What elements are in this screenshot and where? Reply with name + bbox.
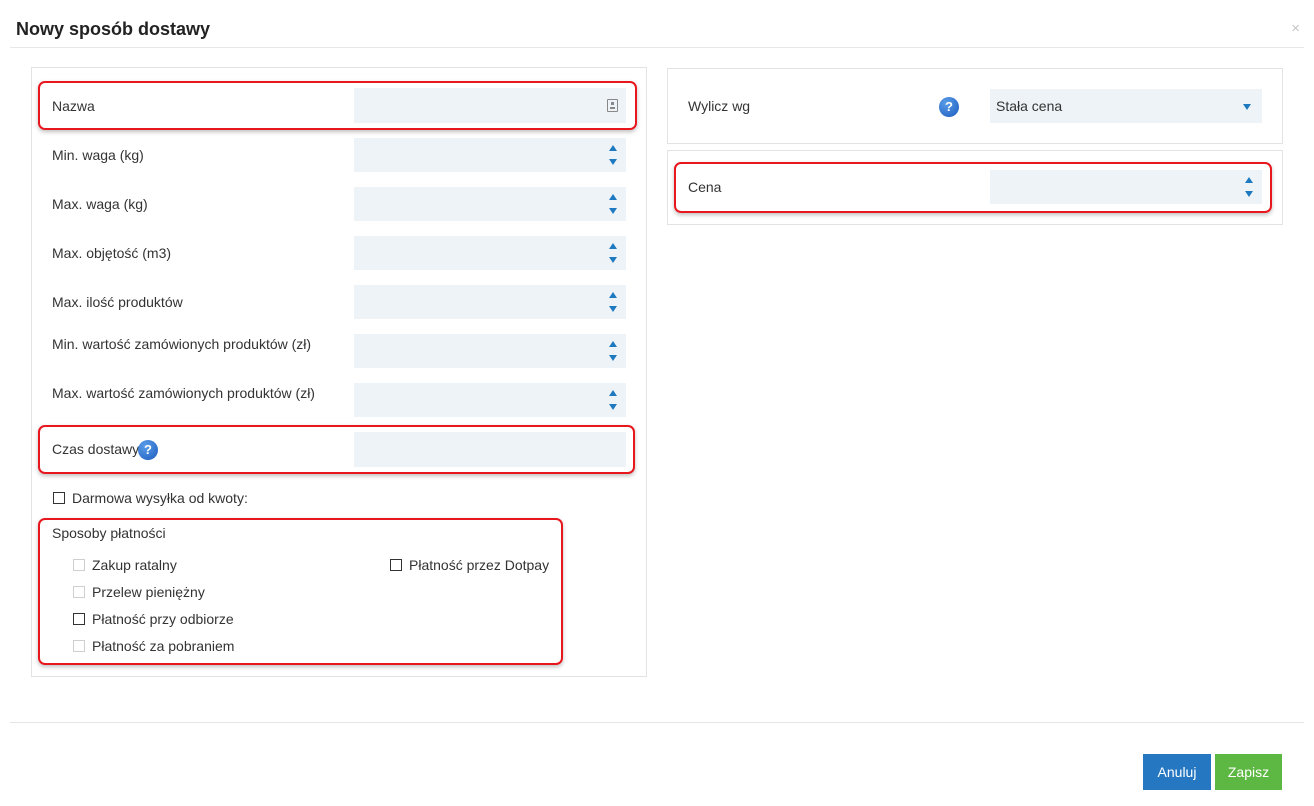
question-mark-help-icon[interactable]: ? — [939, 97, 959, 117]
spin-up-icon[interactable] — [609, 341, 617, 347]
payment-label-installments: Zakup ratalny — [92, 557, 177, 573]
delivery-time-input[interactable] — [354, 432, 626, 467]
max-products-input[interactable] — [354, 285, 626, 319]
payment-checkbox-transfer[interactable] — [73, 586, 85, 598]
payment-checkbox-installments[interactable] — [73, 559, 85, 571]
spinner-arrows-icon[interactable] — [608, 240, 618, 266]
max-volume-input[interactable] — [354, 236, 626, 270]
payment-label-transfer: Przelew pieniężny — [92, 584, 205, 600]
modal-title: Nowy sposób dostawy — [16, 19, 211, 39]
payment-checkbox-dotpay[interactable] — [390, 559, 402, 571]
max-products-label: Max. ilość produktów — [52, 294, 183, 310]
header-divider — [10, 47, 1304, 48]
price-label: Cena — [688, 179, 722, 195]
price-input[interactable] — [990, 170, 1262, 204]
name-label: Nazwa — [52, 98, 95, 114]
spin-down-icon[interactable] — [609, 355, 617, 361]
spinner-arrows-icon[interactable] — [608, 338, 618, 364]
payment-label-on-pickup: Płatność przy odbiorze — [92, 611, 234, 627]
max-volume-label: Max. objętość (m3) — [52, 245, 172, 261]
payment-checkbox-on-pickup[interactable] — [73, 613, 85, 625]
contact-card-icon — [607, 99, 618, 112]
spinner-arrows-icon[interactable] — [608, 191, 618, 217]
max-order-value-input[interactable] — [354, 383, 626, 417]
spin-down-icon[interactable] — [609, 257, 617, 263]
save-button[interactable]: Zapisz — [1215, 754, 1282, 790]
min-weight-label: Min. waga (kg) — [52, 147, 144, 163]
spin-up-icon[interactable] — [609, 194, 617, 200]
spinner-arrows-icon[interactable] — [608, 289, 618, 315]
delivery-time-label: Czas dostawy — [52, 441, 140, 457]
spin-down-icon[interactable] — [1245, 191, 1253, 197]
spin-up-icon[interactable] — [609, 292, 617, 298]
spinner-arrows-icon[interactable] — [608, 387, 618, 413]
max-weight-input[interactable] — [354, 187, 626, 221]
min-order-value-label: Min. wartość zamówionych produktów (zł) — [52, 336, 312, 352]
min-order-value-input[interactable] — [354, 334, 626, 368]
spin-down-icon[interactable] — [609, 306, 617, 312]
min-weight-input[interactable] — [354, 138, 626, 172]
free-shipping-label: Darmowa wysyłka od kwoty: — [72, 490, 248, 506]
payment-label-cod: Płatność za pobraniem — [92, 638, 235, 654]
spin-up-icon[interactable] — [609, 145, 617, 151]
name-input[interactable] — [354, 88, 626, 123]
spin-up-icon[interactable] — [1245, 177, 1253, 183]
spin-down-icon[interactable] — [609, 404, 617, 410]
max-weight-label: Max. waga (kg) — [52, 196, 148, 212]
calc-method-label: Wylicz wg — [688, 98, 751, 114]
cancel-button[interactable]: Anuluj — [1143, 754, 1211, 790]
footer-divider — [10, 722, 1304, 723]
chevron-down-icon — [1243, 104, 1251, 110]
question-mark-help-icon[interactable]: ? — [138, 440, 158, 460]
spinner-arrows-icon[interactable] — [608, 142, 618, 168]
close-icon[interactable]: × — [1291, 20, 1300, 37]
calc-method-select[interactable]: Stała cena — [990, 89, 1262, 123]
calc-method-selected: Stała cena — [996, 98, 1063, 114]
spin-down-icon[interactable] — [609, 208, 617, 214]
max-order-value-label: Max. wartość zamówionych produktów (zł) — [52, 385, 315, 401]
free-shipping-checkbox[interactable] — [53, 492, 65, 504]
payment-methods-title: Sposoby płatności — [52, 525, 166, 541]
spin-down-icon[interactable] — [609, 159, 617, 165]
payment-checkbox-cod[interactable] — [73, 640, 85, 652]
spin-up-icon[interactable] — [609, 390, 617, 396]
spinner-arrows-icon[interactable] — [1244, 174, 1254, 200]
spin-up-icon[interactable] — [609, 243, 617, 249]
payment-label-dotpay: Płatność przez Dotpay — [409, 557, 550, 573]
